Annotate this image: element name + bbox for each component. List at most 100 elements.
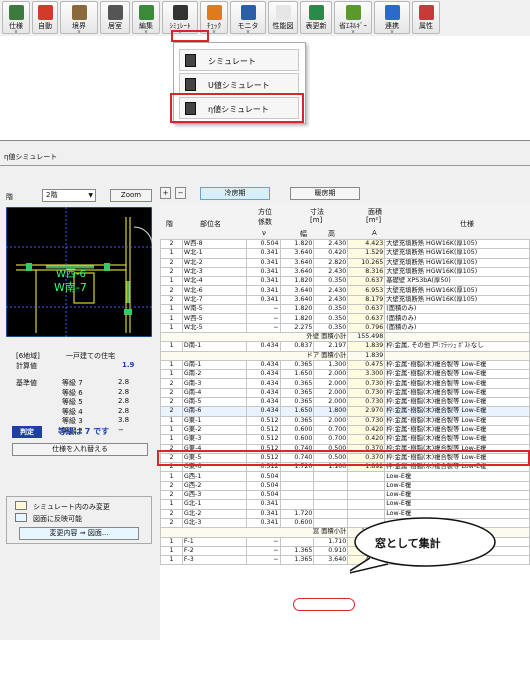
check-icon [207, 5, 222, 20]
cell-h: 2.430 [313, 285, 349, 296]
zoom-button[interactable]: Zoom [110, 189, 152, 202]
toolbar-button-room[interactable]: 居室 [100, 1, 130, 34]
cell-f: 2 [160, 397, 183, 408]
table-row[interactable]: 2 G西-3 0.504 Low-E複 [160, 489, 530, 501]
table-row[interactable]: 1 W南-5−1.820 0.350 0.637 (面積のみ) [160, 304, 530, 315]
cell-f: 1 [160, 536, 183, 547]
toolbar-button-refresh[interactable]: 表更新 [300, 1, 332, 34]
header-height: 高 [328, 230, 335, 238]
table-row[interactable]: 2 W北-2 0.341 3.640 2.820 10.265 大壁充填断熱 HGW16K(… [160, 257, 530, 268]
cell-n: G北-1 [181, 499, 247, 510]
grade-label: 等級 3 [62, 417, 83, 425]
table-row[interactable]: 1 G北-1 0.341 Low-E複 [160, 499, 530, 510]
cell [384, 331, 530, 343]
cell-w: 0.365 [279, 397, 315, 408]
replace-spec-button[interactable]: 仕様を入れ替える [12, 443, 148, 456]
cell-h [313, 480, 349, 492]
cell-s: 大壁充填断熱 HGW16K(厚105) [384, 239, 530, 250]
cell-h: 0.910 [313, 545, 349, 557]
table-row[interactable]: 2 W北-3 0.341 3.640 2.430 8.316 大壁充填断熱 HGW16K(厚… [160, 266, 530, 278]
table-row[interactable]: 2 G南-5 0.434 0.365 2.000 0.730 枠:金属･樹脂(木)複合製等 … [160, 397, 530, 408]
table-row[interactable]: 1 G南-1 0.434 0.365 1.300 0.475 枠:金属･樹脂(木)複合製等 … [160, 359, 530, 371]
table-row[interactable]: 2 G南-6 0.434 1.650 1.800 2.970 枠:金属･樹脂(木)複合製等 … [160, 406, 530, 417]
cell-a: 0.796 [347, 322, 386, 333]
grade-row: 等級 3 3.8 [62, 416, 142, 426]
table-row[interactable]: 1 G南-2 0.434 1.650 2.000 3.300 枠:金属･樹脂(木)複合製等 … [160, 369, 530, 380]
menu-item-simulate[interactable]: シミュレート [179, 49, 299, 71]
standard-label: 基準値 [16, 379, 37, 387]
cell-f: 2 [160, 489, 183, 501]
apply-to-drawing-button[interactable]: 変更内容 ⇒ 図面... [19, 527, 139, 540]
cell-v: 0.341 [245, 499, 281, 510]
table-row[interactable]: 1 W北-5−2.275 0.350 0.796 (面積のみ) [160, 322, 530, 333]
toolbar-button-attribute[interactable]: 属性 [412, 1, 440, 34]
cell-w: 0.365 [279, 387, 315, 399]
cell-f: 2 [160, 378, 183, 389]
toolbar-button-edit[interactable]: 編集 v [132, 1, 160, 35]
tab-cooling[interactable]: 冷房期 [200, 187, 270, 200]
table-row[interactable]: 2 G南-4 0.434 0.365 2.000 0.730 枠:金属･樹脂(木)複合製等 … [160, 387, 530, 399]
cell-s: 大壁充填断熱 HGW16K(厚105) [384, 285, 530, 296]
cell-w [279, 499, 315, 510]
cell-s: (面積のみ) [384, 322, 530, 333]
cell-h [313, 508, 349, 519]
cell-f: 1 [160, 248, 183, 259]
grade-row: 等級 6 2.8 [62, 388, 142, 398]
remove-button[interactable]: − [175, 187, 186, 199]
cell-n: G西-1 [181, 471, 247, 482]
region-label: [6地域] [16, 352, 40, 360]
subtotal-row[interactable]: ドア 面積小計 1.839 [160, 350, 530, 361]
table-row[interactable]: 2 G南-3 0.434 0.365 2.000 0.730 枠:金属･樹脂(木)複合製等 … [160, 378, 530, 389]
cell-v: 0.434 [245, 406, 281, 417]
floor-select[interactable]: 2階 ▼ [42, 189, 96, 202]
cell-w: 3.640 [279, 294, 315, 306]
toolbar-button-label: 居室 [108, 22, 122, 30]
cell-w: 1.720 [279, 508, 315, 519]
cell-h: 0.700 [313, 424, 349, 436]
cell-v: 0.512 [245, 424, 281, 436]
table-row[interactable]: 1 G東-2 0.512 0.600 0.700 0.420 枠:金属･樹脂(木)複合製等 … [160, 424, 530, 436]
table-row[interactable]: 1 W北-4 0.341 1.820 0.350 0.637 基礎壁 XPS3bA(厚50) [160, 276, 530, 287]
toolbar-button-label: 属性 [419, 22, 433, 30]
tab-heating[interactable]: 暖房期 [290, 187, 360, 200]
floor-plan-view[interactable]: W西-6 W南-7 [6, 207, 152, 337]
table-row[interactable]: 1 W西-5−1.820 0.350 0.637 (面積のみ) [160, 313, 530, 324]
header-floor: 階 [166, 220, 173, 228]
subtotal-row[interactable]: 外壁 面積小計 155.498 [160, 331, 530, 343]
cell-w: 0.365 [279, 378, 315, 389]
table-row[interactable]: 1 G西-1 0.504 Low-E複 [160, 471, 530, 482]
toolbar-button-auto[interactable]: 自動 [32, 1, 58, 34]
cell-s: (面積のみ) [384, 313, 530, 324]
cell-h [313, 499, 349, 510]
cell-w: 1.820 [279, 276, 315, 287]
toolbar-button-performance[interactable]: 性能図 [268, 1, 298, 34]
cell-a: 0.475 [347, 359, 386, 371]
table-row[interactable]: 2 W北-6 0.341 3.640 2.430 6.953 大壁充填断熱 HGW16K(厚… [160, 285, 530, 296]
table-row[interactable]: 1 G東-1 0.512 0.365 2.000 0.730 枠:金属･樹脂(木)複合製等 … [160, 415, 530, 426]
toolbar-button-spec[interactable]: 仕様 v [2, 1, 30, 35]
header-width: 幅 [300, 230, 307, 238]
table-row[interactable]: 1 G東-3 0.512 0.600 0.700 0.420 枠:金属･樹脂(木)複合製等 … [160, 434, 530, 445]
header-direction: 方位係数 [258, 208, 272, 226]
cell-v: 0.434 [245, 378, 281, 389]
toolbar-button-link[interactable]: 連携 v [374, 1, 410, 35]
table-row[interactable]: 2 W北-7 0.341 3.640 2.430 8.179 大壁充填断熱 HGW16K(厚… [160, 294, 530, 306]
table-row[interactable]: 2 W西-8 0.504 1.820 2.430 4.423 大壁充填断熱 HGW16K(厚… [160, 239, 530, 250]
toolbar-button-boundary[interactable]: 境界 v [60, 1, 98, 35]
auto-icon [38, 5, 53, 20]
table-row[interactable]: 1 W北-1 0.341 3.640 0.420 1.529 大壁充填断熱 HGW16K(厚… [160, 248, 530, 259]
toolbar-button-energy[interactable]: 省ｴﾈﾙｷﾞｰ v [334, 1, 372, 35]
energy-icon [346, 5, 361, 20]
cell-w: 0.837 [279, 341, 315, 352]
menu-item-u-simulate[interactable]: U値シミュレート [179, 73, 299, 95]
cell-f: 2 [160, 406, 183, 417]
toolbar-button-monitor[interactable]: モニタ v [230, 1, 266, 35]
table-row[interactable]: 1 D南-1 0.434 0.837 2.197 1.839 枠:金属, その他 戸:ﾌﾗｯ… [160, 341, 530, 352]
add-button[interactable]: + [160, 187, 171, 199]
table-row[interactable]: 2 G西-2 0.504 Low-E複 [160, 480, 530, 492]
floor-select-value: 2階 [46, 191, 58, 199]
grade-row: 等級 4 2.8 [62, 407, 142, 417]
subtotal-label: ドア 面積小計 [160, 350, 349, 361]
judge-value: 等級は 7 です [58, 427, 110, 436]
cell-h [313, 471, 349, 482]
